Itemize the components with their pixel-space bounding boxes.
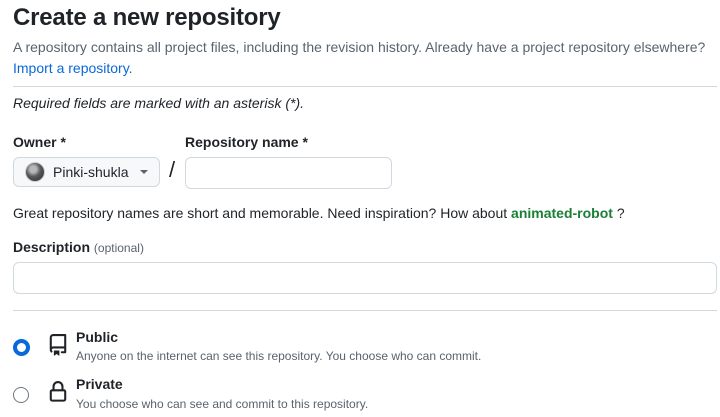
description-label: Description (optional)	[13, 239, 144, 255]
owner-repo-separator: /	[169, 157, 176, 182]
page-subtitle: A repository contains all project files,…	[13, 37, 718, 79]
required-fields-note: Required fields are marked with an aster…	[13, 95, 305, 111]
private-radio[interactable]	[13, 387, 29, 403]
avatar	[25, 162, 45, 182]
chevron-down-icon	[140, 170, 149, 174]
name-inspiration: Great repository names are short and mem…	[13, 205, 625, 221]
owner-name: Pinki-shukla	[53, 164, 129, 180]
subtitle-text: A repository contains all project files,…	[13, 39, 706, 55]
divider	[13, 86, 717, 87]
lock-icon	[49, 381, 67, 402]
repository-name-input[interactable]	[185, 157, 392, 189]
repo-icon	[49, 334, 67, 356]
private-option-description: You choose who can see and commit to thi…	[76, 397, 369, 411]
suggested-name-link[interactable]: animated-robot	[511, 205, 613, 221]
public-option-description: Anyone on the internet can see this repo…	[76, 349, 482, 363]
public-radio[interactable]	[13, 339, 30, 356]
repository-name-label: Repository name *	[185, 134, 308, 150]
optional-label: (optional)	[93, 241, 144, 255]
description-input[interactable]	[13, 262, 717, 294]
inspiration-text: Great repository names are short and mem…	[13, 205, 508, 221]
description-label-text: Description	[13, 239, 91, 255]
inspiration-end: ?	[616, 205, 625, 221]
owner-dropdown[interactable]: Pinki-shukla	[13, 157, 160, 187]
page-title: Create a new repository	[13, 4, 281, 31]
public-option-title: Public	[76, 329, 119, 345]
private-option-title: Private	[76, 376, 123, 392]
divider	[13, 310, 717, 311]
owner-label: Owner *	[13, 134, 66, 150]
import-repository-link[interactable]: Import a repository.	[13, 60, 133, 76]
